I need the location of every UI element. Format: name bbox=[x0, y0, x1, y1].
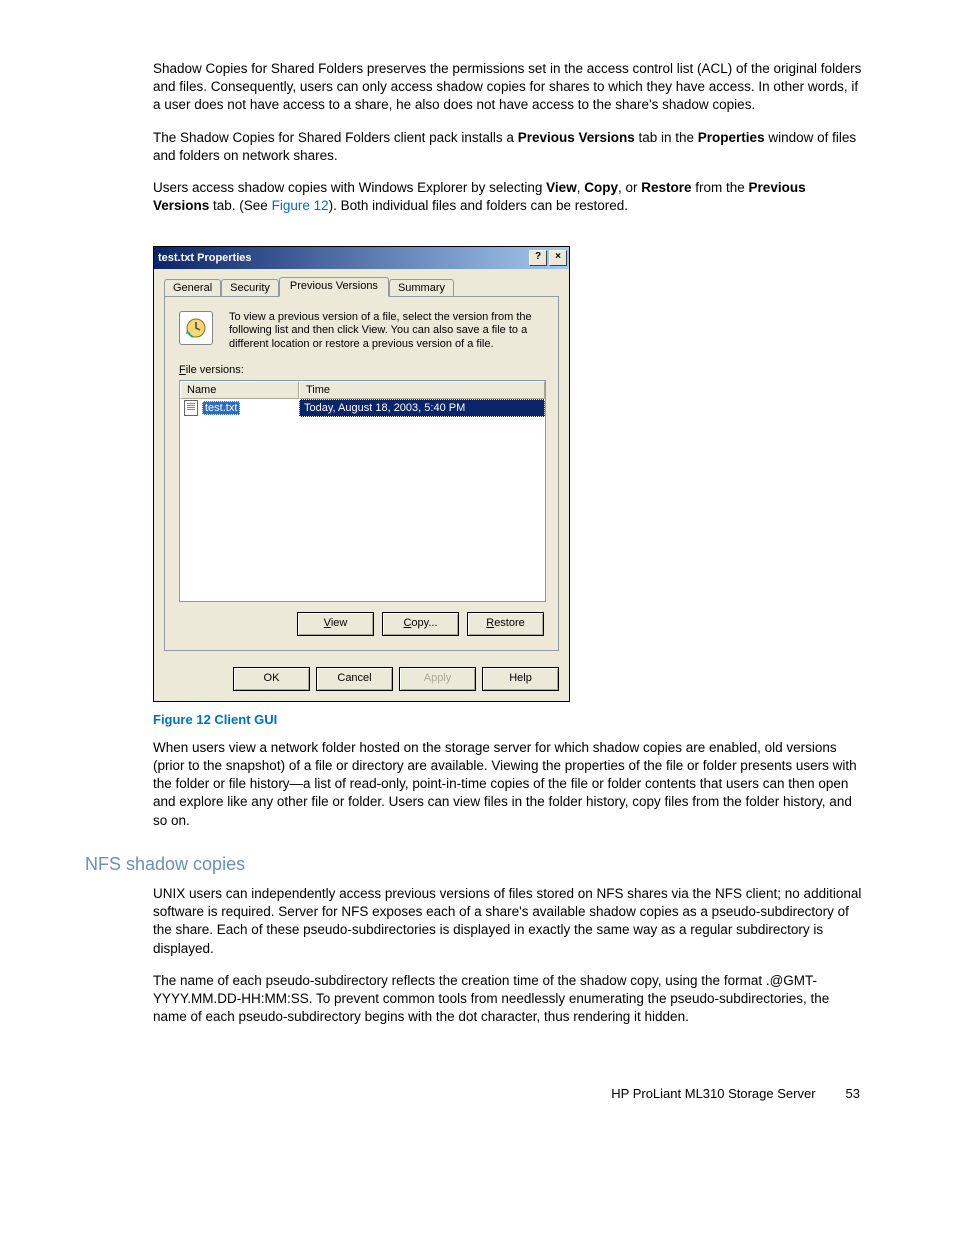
paragraph-5: UNIX users can independently access prev… bbox=[85, 885, 864, 958]
restore-button[interactable]: Restore bbox=[467, 612, 544, 636]
figure-12-link[interactable]: Figure 12 bbox=[272, 198, 329, 213]
apply-button: Apply bbox=[399, 667, 476, 691]
instruction-text: To view a previous version of a file, se… bbox=[229, 311, 544, 352]
list-item-time: Today, August 18, 2003, 5:40 PM bbox=[299, 399, 545, 417]
titlebar: test.txt Properties ? × bbox=[154, 247, 569, 269]
tab-summary[interactable]: Summary bbox=[389, 279, 454, 296]
figure-caption: Figure 12 Client GUI bbox=[85, 712, 864, 727]
file-icon bbox=[184, 400, 198, 416]
view-button[interactable]: View bbox=[297, 612, 374, 636]
paragraph-2: The Shadow Copies for Shared Folders cli… bbox=[85, 129, 864, 165]
cancel-button[interactable]: Cancel bbox=[316, 667, 393, 691]
tab-panel: To view a previous version of a file, se… bbox=[164, 296, 559, 651]
footer-product: HP ProLiant ML310 Storage Server bbox=[611, 1086, 815, 1101]
list-item[interactable]: test.txt Today, August 18, 2003, 5:40 PM bbox=[180, 399, 545, 417]
version-clock-icon bbox=[179, 311, 213, 345]
list-item-filename: test.txt bbox=[202, 401, 240, 415]
help-button[interactable]: Help bbox=[482, 667, 559, 691]
tab-security[interactable]: Security bbox=[221, 279, 279, 296]
ok-button[interactable]: OK bbox=[233, 667, 310, 691]
paragraph-4: When users view a network folder hosted … bbox=[85, 739, 864, 830]
copy-button[interactable]: Copy... bbox=[382, 612, 459, 636]
tab-general[interactable]: General bbox=[164, 279, 221, 296]
column-header-time[interactable]: Time bbox=[299, 381, 545, 399]
titlebar-text: test.txt Properties bbox=[158, 252, 527, 264]
paragraph-3: Users access shadow copies with Windows … bbox=[85, 179, 864, 215]
close-button[interactable]: × bbox=[549, 250, 567, 266]
paragraph-1: Shadow Copies for Shared Folders preserv… bbox=[85, 60, 864, 115]
file-versions-list[interactable]: Name Time test.txt Today, August 18, 200… bbox=[179, 380, 546, 602]
column-header-name[interactable]: Name bbox=[180, 381, 299, 399]
file-versions-label: File versions: bbox=[179, 364, 544, 376]
footer-page-number: 53 bbox=[846, 1086, 860, 1101]
paragraph-6: The name of each pseudo-subdirectory ref… bbox=[85, 972, 864, 1027]
properties-dialog: test.txt Properties ? × General Security… bbox=[153, 246, 570, 702]
page-footer: HP ProLiant ML310 Storage Server 53 bbox=[85, 1086, 864, 1101]
section-heading-nfs: NFS shadow copies bbox=[85, 854, 864, 875]
tabs-row: General Security Previous Versions Summa… bbox=[154, 269, 569, 296]
tab-previous-versions[interactable]: Previous Versions bbox=[279, 277, 389, 297]
help-button[interactable]: ? bbox=[529, 250, 547, 266]
